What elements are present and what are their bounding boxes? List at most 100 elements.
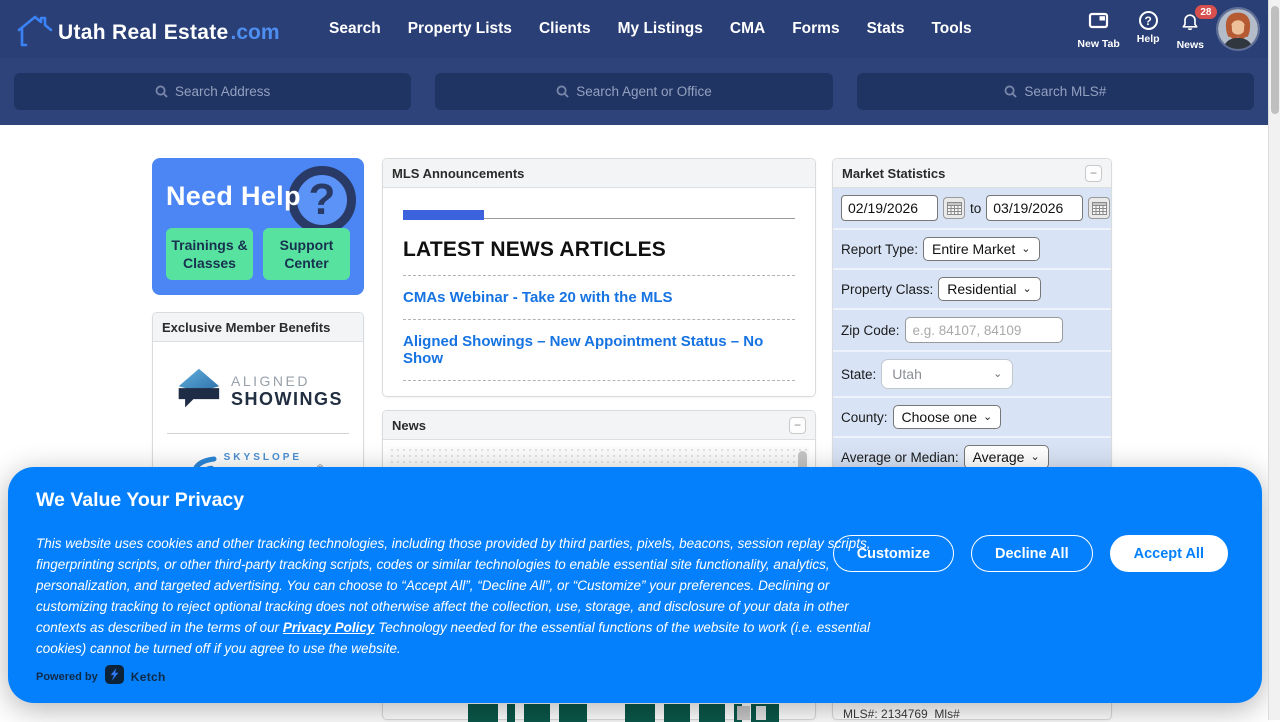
- aligned-showings-logo[interactable]: ALIGNED SHOWINGS: [161, 352, 355, 433]
- news-article-link-2[interactable]: Aligned Showings – New Appointment Statu…: [403, 333, 795, 367]
- nav-search[interactable]: Search: [329, 20, 381, 38]
- county-select[interactable]: Choose one⌄: [893, 405, 1002, 429]
- chevron-down-icon: ⌄: [993, 369, 1002, 380]
- aligned-line1: ALIGNED: [231, 373, 343, 389]
- search-mls-input[interactable]: Search MLS#: [857, 73, 1254, 110]
- report-type-row: Report Type: Entire Market⌄: [833, 230, 1111, 270]
- logo-text: Utah Real Estate: [58, 21, 229, 45]
- nav-forms[interactable]: Forms: [792, 20, 839, 38]
- nav-clients[interactable]: Clients: [539, 20, 591, 38]
- calendar-icon[interactable]: [943, 197, 965, 219]
- news-minimize-button[interactable]: −: [789, 417, 806, 434]
- accept-all-button[interactable]: Accept All: [1110, 535, 1228, 572]
- zip-code-label: Zip Code:: [841, 323, 900, 338]
- new-tab-icon: [1088, 11, 1109, 35]
- cookie-consent-banner: We Value Your Privacy This website uses …: [8, 467, 1262, 703]
- powered-by-ketch[interactable]: Powered by Ketch: [36, 665, 166, 689]
- nav-my-listings[interactable]: My Listings: [618, 20, 703, 38]
- skyslope-line1: SKYSLOPE: [224, 452, 326, 463]
- county-label: County:: [841, 410, 888, 425]
- need-help-title: Need Help: [166, 181, 350, 212]
- nav-property-lists[interactable]: Property Lists: [408, 20, 512, 38]
- logo-suffix: .com: [231, 21, 280, 45]
- decline-all-button[interactable]: Decline All: [971, 535, 1093, 572]
- quick-search-row: Search Address Search Agent or Office Se…: [0, 58, 1280, 125]
- customize-button[interactable]: Customize: [833, 535, 954, 572]
- main-nav: Search Property Lists Clients My Listing…: [329, 0, 972, 58]
- progress-rule: [403, 209, 795, 219]
- state-label: State:: [841, 367, 876, 382]
- report-type-label: Report Type:: [841, 242, 918, 257]
- clipped-news-heading: [468, 704, 779, 722]
- clipped-mls-text: MLS#: 2134769 Mls#: [843, 707, 960, 721]
- clipped-scroll-fragment: [756, 706, 766, 720]
- date-range-row: to: [833, 188, 1111, 230]
- chevron-down-icon: ⌄: [1021, 244, 1030, 255]
- need-help-card: ? Need Help Trainings & Classes Support …: [152, 158, 364, 295]
- dashed-divider: [403, 275, 795, 276]
- news-button[interactable]: 28 News: [1177, 8, 1204, 51]
- nav-cma[interactable]: CMA: [730, 20, 765, 38]
- property-class-select[interactable]: Residential⌄: [938, 277, 1040, 301]
- news-label: News: [1177, 39, 1204, 51]
- user-avatar[interactable]: [1218, 9, 1258, 49]
- help-label: Help: [1137, 33, 1160, 45]
- search-icon: [155, 85, 168, 98]
- trainings-classes-button[interactable]: Trainings & Classes: [166, 228, 253, 280]
- support-center-button[interactable]: Support Center: [263, 228, 350, 280]
- cookie-banner-title: We Value Your Privacy: [36, 489, 244, 512]
- calendar-icon[interactable]: [1088, 197, 1110, 219]
- site-logo[interactable]: Utah Real Estate.com: [14, 11, 280, 54]
- nav-tools[interactable]: Tools: [931, 20, 971, 38]
- cookie-banner-buttons: Customize Decline All Accept All: [833, 535, 1228, 572]
- news-article-link-1[interactable]: CMAs Webinar - Take 20 with the MLS: [403, 289, 795, 306]
- privacy-policy-link[interactable]: Privacy Policy: [283, 620, 375, 635]
- chevron-down-icon: ⌄: [1023, 284, 1032, 295]
- ketch-brand-label: Ketch: [131, 670, 166, 684]
- mls-announcements-card: MLS Announcements LATEST NEWS ARTICLES C…: [382, 158, 816, 397]
- date-from-input[interactable]: [841, 195, 938, 221]
- scrollbar-thumb[interactable]: [1271, 6, 1279, 114]
- new-tab-button[interactable]: New Tab: [1077, 8, 1119, 50]
- date-to-input[interactable]: [986, 195, 1083, 221]
- house-logo-icon: [14, 11, 56, 54]
- state-select[interactable]: Utah⌄: [881, 359, 1013, 389]
- search-icon: [556, 85, 569, 98]
- latest-news-heading: LATEST NEWS ARTICLES: [403, 238, 795, 262]
- zip-code-row: Zip Code:: [833, 310, 1111, 352]
- search-icon: [1004, 85, 1017, 98]
- cookie-banner-text: This website uses cookies and other trac…: [36, 533, 884, 659]
- average-median-select[interactable]: Average⌄: [964, 445, 1049, 469]
- search-agent-input[interactable]: Search Agent or Office: [435, 73, 832, 110]
- market-stats-title: Market Statistics: [842, 166, 945, 181]
- aligned-line2: SHOWINGS: [231, 389, 343, 410]
- property-class-row: Property Class: Residential⌄: [833, 270, 1111, 310]
- clipped-scroll-fragment: [737, 706, 750, 720]
- news-count-badge: 28: [1195, 5, 1217, 19]
- market-stats-minimize-button[interactable]: −: [1085, 165, 1102, 182]
- report-type-select[interactable]: Entire Market⌄: [923, 237, 1039, 261]
- county-row: County: Choose one⌄: [833, 398, 1111, 438]
- top-navigation-bar: Utah Real Estate.com Search Property Lis…: [0, 0, 1280, 58]
- to-label: to: [970, 201, 981, 216]
- page-scrollbar[interactable]: [1268, 0, 1280, 720]
- benefits-title: Exclusive Member Benefits: [162, 320, 330, 335]
- search-address-input[interactable]: Search Address: [14, 73, 411, 110]
- ketch-logo-icon: [105, 665, 124, 689]
- property-class-label: Property Class:: [841, 282, 933, 297]
- help-icon: ?: [1139, 11, 1158, 30]
- help-button[interactable]: ? Help: [1137, 8, 1160, 45]
- announcements-title: MLS Announcements: [392, 166, 524, 181]
- news-title: News: [392, 418, 426, 433]
- header-actions: New Tab ? Help 28 News: [1077, 8, 1204, 51]
- zip-code-input[interactable]: [905, 317, 1063, 343]
- dashed-divider: [403, 380, 795, 381]
- market-stats-form: to Report Type: Entire Market⌄ Property …: [833, 188, 1111, 476]
- powered-by-label: Powered by: [36, 671, 98, 683]
- average-median-label: Average or Median:: [841, 450, 959, 465]
- chevron-down-icon: ⌄: [1030, 452, 1039, 463]
- new-tab-label: New Tab: [1077, 38, 1119, 50]
- nav-stats[interactable]: Stats: [867, 20, 905, 38]
- aligned-showings-icon: [173, 366, 223, 417]
- progress-bar: [403, 210, 484, 220]
